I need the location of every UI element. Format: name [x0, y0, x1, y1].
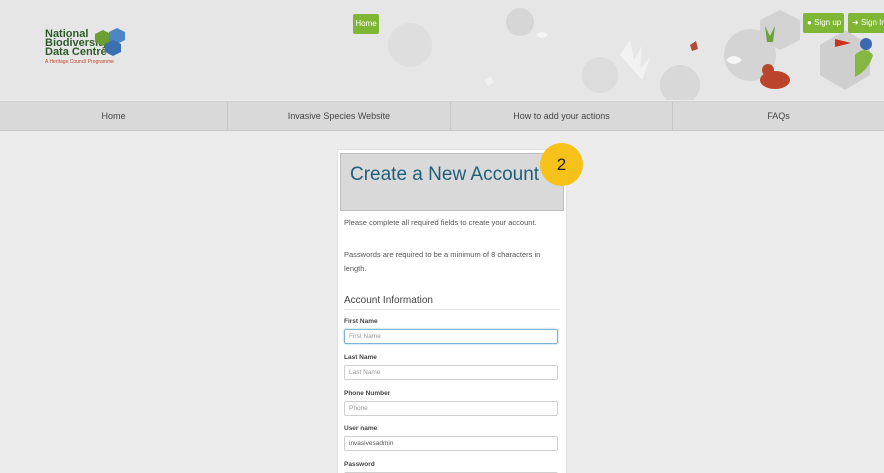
password-label: Password: [344, 461, 375, 468]
logo-mark-icon: [95, 28, 125, 56]
site-header: National Biodiversity Data Centre A Heri…: [0, 0, 884, 100]
header-nature-illustration: [388, 8, 873, 100]
account-information-heading: Account Information: [344, 295, 560, 310]
first-name-input[interactable]: First Name: [344, 329, 558, 344]
nav-item-home[interactable]: Home: [0, 102, 228, 131]
signin-button[interactable]: ➜ Sign In: [848, 13, 884, 33]
home-top-button[interactable]: Home: [353, 14, 379, 34]
title-box: Create a New Account: [340, 153, 564, 211]
signup-button[interactable]: ● Sign up: [803, 13, 844, 33]
create-account-panel: Create a New Account Please complete all…: [337, 149, 567, 473]
nav-item-faqs[interactable]: FAQs: [673, 102, 884, 131]
nav-item-how-to-add-actions[interactable]: How to add your actions: [451, 102, 673, 131]
username-input[interactable]: invasivesadmin: [344, 436, 558, 451]
nav-item-invasive-species-website[interactable]: Invasive Species Website: [228, 102, 451, 131]
signin-label: Sign In: [860, 18, 884, 27]
required-fields-info: Please complete all required fields to c…: [344, 218, 537, 227]
username-label: User name: [344, 425, 378, 432]
main-navigation: Home Invasive Species Website How to add…: [0, 101, 884, 131]
phone-number-label: Phone Number: [344, 390, 391, 397]
page-title: Create a New Account: [350, 164, 540, 185]
password-requirement-info: Passwords are required to be a minimum o…: [344, 250, 541, 273]
sign-in-icon: ➜: [852, 18, 859, 27]
signup-label: Sign up: [814, 18, 842, 27]
last-name-input[interactable]: Last Name: [344, 365, 558, 380]
first-name-label: First Name: [344, 318, 378, 325]
phone-number-input[interactable]: Phone: [344, 401, 558, 416]
step-number-badge: 2: [540, 143, 583, 186]
user-plus-icon: ●: [807, 18, 812, 27]
nbdc-logo[interactable]: National Biodiversity Data Centre A Heri…: [45, 28, 125, 65]
last-name-label: Last Name: [344, 354, 377, 361]
